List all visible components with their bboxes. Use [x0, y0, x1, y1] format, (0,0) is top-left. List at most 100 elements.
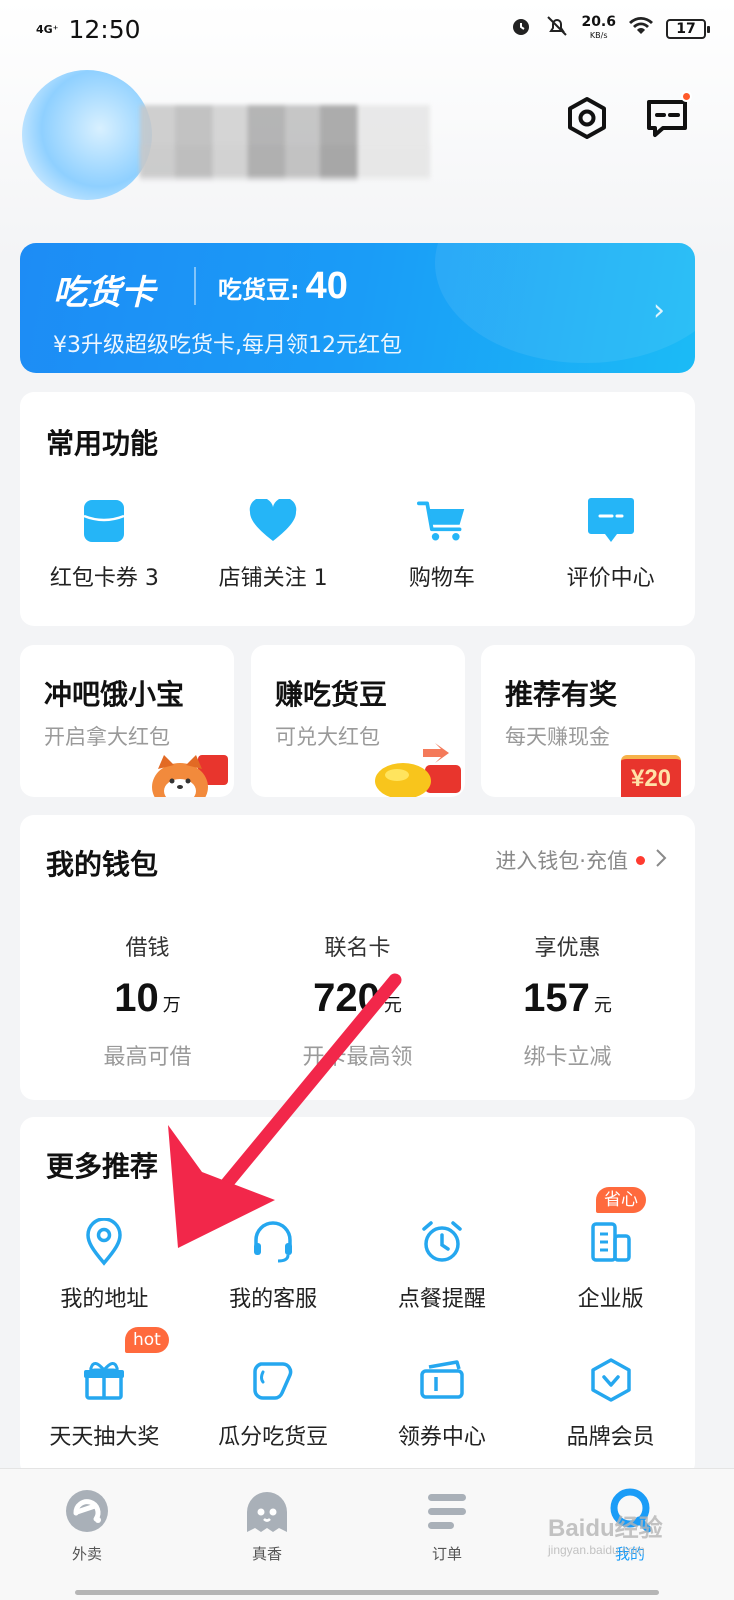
wallet-card: 我的钱包 进入钱包·充值 借钱 10 万 最高可借 联名卡 720 元 开卡最高领 …: [20, 815, 695, 1100]
wallet-borrow[interactable]: 借钱 10 万 最高可借: [35, 930, 260, 1071]
nav-orders[interactable]: 订单: [382, 1483, 512, 1564]
promo-title: 赚吃货豆: [275, 678, 388, 711]
coupon-center-label: 领券中心: [397, 1425, 486, 1450]
enter-wallet-label: 进入钱包·充值: [495, 849, 628, 873]
food-card-banner[interactable]: 吃货卡 吃货豆: 40 ¥3升级超级吃货卡,每月领12元红包 ›: [20, 243, 695, 373]
beans-balance: 吃货豆: 40: [218, 265, 348, 308]
network-indicator: 4G⁺: [36, 22, 59, 36]
ghost-icon: [239, 1483, 295, 1539]
chevron-right-icon: ›: [653, 293, 665, 328]
bean-redpacket-icon: [375, 743, 461, 797]
review-center-label: 评价中心: [566, 566, 655, 591]
gift-icon: [79, 1355, 129, 1405]
message-icon: [647, 100, 687, 137]
customer-service-button[interactable]: 我的客服: [189, 1217, 358, 1313]
nav-label: 外卖: [71, 1545, 102, 1563]
more-title: 更多推荐: [46, 1150, 159, 1183]
promo-card-baby[interactable]: 冲吧饿小宝 开启拿大红包: [20, 645, 234, 797]
section-title: 常用功能: [46, 427, 159, 460]
red-packet-badge: ¥20: [621, 755, 681, 797]
beans-label: 吃货豆:: [218, 276, 300, 304]
nav-label: 真香: [251, 1545, 282, 1563]
avatar[interactable]: [22, 70, 152, 200]
share-beans-button[interactable]: 瓜分吃货豆: [189, 1355, 358, 1451]
lottery-hot-tag: hot: [125, 1327, 169, 1353]
wallet-col-header: 借钱: [125, 936, 170, 961]
heart-icon: [248, 496, 298, 546]
customer-service-label: 我的客服: [229, 1287, 318, 1312]
wallet-col-desc: 开卡最高领: [302, 1045, 413, 1070]
brand-member-label: 品牌会员: [566, 1425, 655, 1450]
beans-value: 40: [305, 265, 348, 307]
status-time: 12:50: [68, 14, 141, 44]
wallet-col-value: 10 万: [114, 976, 181, 1020]
settings-hexagon-icon: [568, 97, 606, 139]
wallet-col-desc: 绑卡立减: [523, 1045, 612, 1070]
enterprise-tag: 省心: [596, 1187, 646, 1213]
followed-shops-button[interactable]: 店铺关注 1: [189, 496, 358, 592]
share-beans-label: 瓜分吃货豆: [218, 1425, 329, 1450]
my-address-label: 我的地址: [60, 1287, 149, 1312]
food-card-title: 吃货卡: [53, 273, 155, 313]
chevron-right-icon: [655, 848, 667, 873]
my-address-button[interactable]: 我的地址: [20, 1217, 189, 1313]
followed-shops-label: 店铺关注 1: [218, 566, 328, 591]
promo-card-referral[interactable]: 推荐有奖 每天赚现金 ¥20: [481, 645, 695, 797]
nav-takeout[interactable]: 外卖: [22, 1483, 152, 1564]
enter-wallet-link[interactable]: 进入钱包·充值: [495, 845, 667, 875]
notification-dot: [636, 855, 645, 865]
bean-icon: [248, 1355, 298, 1405]
order-list-icon: [419, 1483, 475, 1539]
promo-subtitle: 每天赚现金: [505, 725, 610, 749]
brand-badge-icon: [586, 1355, 636, 1405]
building-icon: [586, 1217, 636, 1267]
coupon-center-button[interactable]: 领券中心: [358, 1355, 527, 1451]
wallet-col-header: 联名卡: [324, 936, 391, 961]
cart-button[interactable]: 购物车: [358, 496, 527, 592]
shiba-mascot-icon: [152, 755, 228, 797]
review-center-button[interactable]: 评价中心: [526, 496, 695, 592]
settings-button[interactable]: [564, 95, 610, 141]
wallet-title: 我的钱包: [46, 848, 159, 881]
wallet-col-header: 享优惠: [534, 936, 601, 961]
enterprise-label: 企业版: [577, 1287, 644, 1312]
order-reminder-label: 点餐提醒: [397, 1287, 486, 1312]
cart-icon: [416, 496, 467, 546]
promo-title: 冲吧饿小宝: [44, 678, 185, 711]
ticket-icon: [417, 1355, 467, 1405]
coupon-button[interactable]: 红包卡券 3: [20, 496, 189, 592]
promo-card-beans[interactable]: 赚吃货豆 可兑大红包: [251, 645, 465, 797]
coupon-label: 红包卡券 3: [49, 566, 159, 591]
status-bar: 4G⁺ 12:50 20.6 KB/s 17: [0, 0, 734, 58]
wallet-cobrand-card[interactable]: 联名卡 720 元 开卡最高领: [245, 930, 470, 1071]
brand-member-button[interactable]: 品牌会员: [526, 1355, 695, 1451]
message-button[interactable]: [644, 91, 692, 141]
wallet-discount[interactable]: 享优惠 157 元 绑卡立减: [455, 930, 680, 1071]
user-info-blurred: [140, 145, 430, 181]
takeout-e-icon: [59, 1483, 115, 1539]
lottery-button[interactable]: 天天抽大奖: [20, 1355, 189, 1451]
nav-zhenxiang[interactable]: 真香: [202, 1483, 332, 1564]
enterprise-button[interactable]: 企业版: [526, 1217, 695, 1313]
cart-label: 购物车: [408, 566, 475, 591]
message-badge-dot: [681, 91, 692, 102]
battery-indicator: 17: [666, 19, 710, 39]
common-functions-card: 常用功能 红包卡券 3 店铺关注 1 购物车 评价中心: [20, 392, 695, 626]
network-speed: 20.6 KB/s: [581, 14, 616, 40]
alarm-icon: [509, 14, 533, 44]
headset-icon: [248, 1217, 298, 1267]
location-pin-icon: [79, 1217, 129, 1267]
alarm-clock-icon: [417, 1217, 467, 1267]
promo-subtitle: 可兑大红包: [275, 725, 380, 749]
mute-bell-icon: [545, 14, 569, 44]
promo-title: 推荐有奖: [505, 678, 618, 711]
wallet-col-value: 720 元: [313, 976, 402, 1020]
baidu-watermark: Baidu经验 jingyan.baidu.com: [548, 1515, 663, 1557]
nav-label: 订单: [431, 1545, 462, 1563]
more-recommendations-card: 更多推荐 我的地址 我的客服 点餐提醒 企业版 省心 天天抽大奖 瓜分吃货豆 领…: [20, 1117, 695, 1477]
food-card-subtitle: ¥3升级超级吃货卡,每月领12元红包: [53, 333, 402, 358]
home-indicator[interactable]: [75, 1590, 659, 1595]
wifi-icon: [628, 15, 654, 43]
order-reminder-button[interactable]: 点餐提醒: [358, 1217, 527, 1313]
wallet-col-value: 157 元: [523, 976, 612, 1020]
